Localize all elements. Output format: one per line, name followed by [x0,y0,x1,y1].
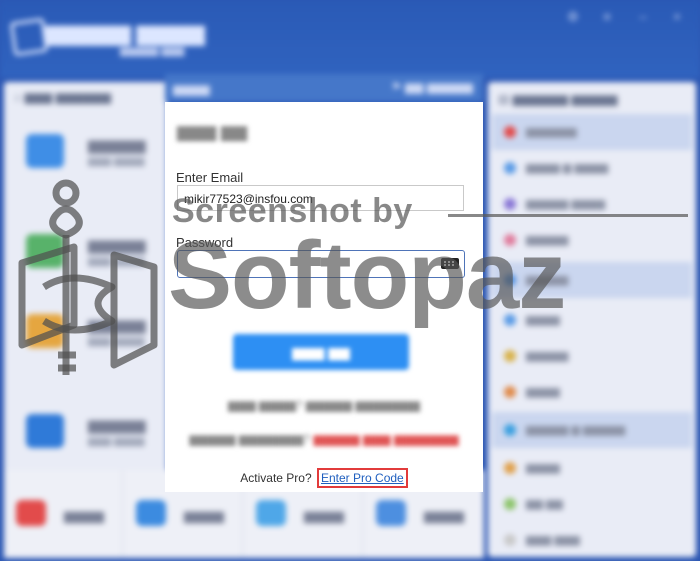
watermark-brand: Softopaz [168,222,566,329]
email-label: Enter Email [176,170,244,185]
minimize-icon[interactable]: – [636,10,650,24]
right-item[interactable]: ▆▆▆▆▆▆ [492,114,692,150]
left-item-onedrive[interactable]: ▆▆▆▆▆ ▆▆▆ ▆▆▆▆ [4,392,167,472]
activate-pro-text: Activate Pro? [240,471,312,485]
settings-icon[interactable]: ⚙ [566,10,580,24]
right-panel-header: ▤ ▆▆▆▆▆▆ ▆▆▆▆▆ [498,92,618,106]
right-item[interactable]: ▆▆▆▆ ▆ ▆▆▆▆ [492,150,692,186]
dialog-header: ▆▆▆▆ ⚑ ▆▆ ▆▆▆▆▆ [165,74,483,102]
tile-icon [256,500,286,526]
activate-pro-row: Activate Pro? Enter Pro Code [165,468,483,488]
right-item[interactable]: ▆▆▆ ▆▆▆ [492,522,692,558]
windows-icon [26,134,64,168]
watermark-line [448,214,688,217]
tile-1[interactable]: ▆▆▆▆ [4,470,123,558]
title-bar: ▆▆▆▆▆ ▆▆▆▆ ▆▆▆▆▆ ▆▆▆ ⚙ ≡ – × [0,0,700,78]
right-item[interactable]: ▆▆▆▆▆ [492,338,692,374]
tile-icon [136,500,166,526]
app-subtitle: ▆▆▆▆▆ ▆▆▆ [120,46,185,57]
right-item[interactable]: ▆▆ ▆▆ [492,486,692,522]
signin-button[interactable]: ▆▆▆ ▆▆ [233,334,409,370]
app-logo-icon [9,17,49,57]
dialog-title: ▆▆▆ ▆▆ [177,122,248,141]
left-panel-header: ⌂ ▆▆▆ ▆▆▆▆▆▆ [14,90,111,104]
softopaz-logo-icon [18,179,158,375]
create-account-row[interactable]: ▆▆▆ ▆▆▆▆? ▆▆▆▆▆ ▆▆▆▆▆▆▆ [165,398,483,412]
tile-icon [16,500,46,526]
forgot-password-row[interactable]: ▆▆▆▆▆ ▆▆▆▆▆▆▆? ▆▆▆▆▆ ▆▆▆ ▆▆▆▆▆▆▆ [165,432,483,446]
right-item[interactable]: ▆▆▆▆ [492,374,692,410]
cloud-icon [26,414,64,448]
right-item[interactable]: ▆▆▆▆▆ ▆ ▆▆▆▆▆ [492,412,692,448]
menu-icon[interactable]: ≡ [600,10,614,24]
enter-pro-code-link[interactable]: Enter Pro Code [317,468,408,488]
right-item[interactable]: ▆▆▆▆ [492,450,692,486]
tile-icon [376,500,406,526]
close-icon[interactable]: × [670,10,684,24]
app-title: ▆▆▆▆▆ ▆▆▆▆ [46,20,205,45]
